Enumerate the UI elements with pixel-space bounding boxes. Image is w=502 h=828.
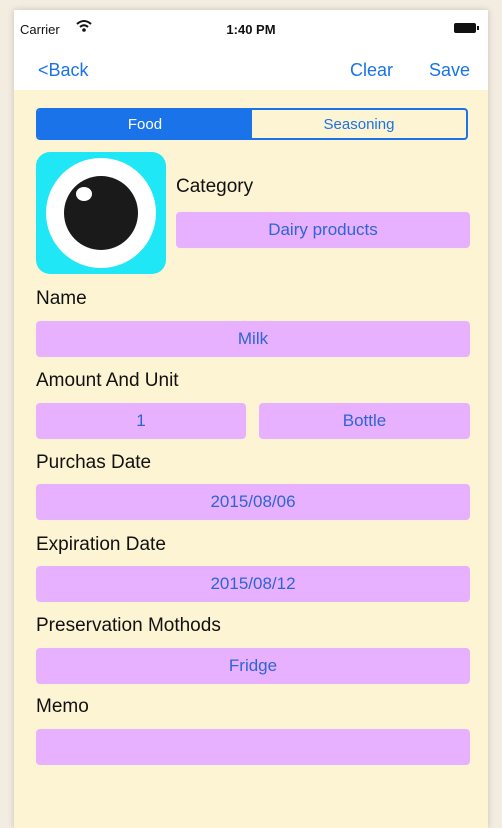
name-label: Name <box>36 288 87 309</box>
segment-seasoning[interactable]: Seasoning <box>252 110 466 138</box>
save-button[interactable]: Save <box>429 60 470 81</box>
purchase-date-label: Purchas Date <box>36 452 152 473</box>
segment-food[interactable]: Food <box>38 110 252 138</box>
back-button[interactable]: <Back <box>38 60 89 81</box>
phone-screen: Carrier 1:40 PM <Back Clear Save Food Se… <box>14 10 488 828</box>
amount-label: Amount And Unit <box>36 370 179 391</box>
top-bar: Carrier 1:40 PM <Back Clear Save <box>14 10 488 90</box>
type-segmented-control: Food Seasoning <box>36 108 468 140</box>
amount-field[interactable]: 1 <box>36 403 246 439</box>
expiration-date-label: Expiration Date <box>36 534 166 555</box>
battery-icon <box>454 23 479 33</box>
navigation-bar: <Back Clear Save <box>14 50 488 90</box>
item-photo-button[interactable] <box>36 152 166 274</box>
category-label: Category <box>176 176 254 197</box>
preservation-label: Preservation Mothods <box>36 615 221 636</box>
status-bar: Carrier 1:40 PM <box>14 10 488 50</box>
preservation-field[interactable]: Fridge <box>36 648 470 684</box>
memo-label: Memo <box>36 696 89 717</box>
eye-icon <box>46 158 156 268</box>
purchase-date-field[interactable]: 2015/08/06 <box>36 484 470 520</box>
memo-field[interactable] <box>36 729 470 765</box>
category-field[interactable]: Dairy products <box>176 212 470 248</box>
status-time: 1:40 PM <box>226 22 276 37</box>
clear-button[interactable]: Clear <box>350 60 393 81</box>
name-field[interactable]: Milk <box>36 321 470 357</box>
expiration-date-field[interactable]: 2015/08/12 <box>36 566 470 602</box>
unit-field[interactable]: Bottle <box>259 403 470 439</box>
